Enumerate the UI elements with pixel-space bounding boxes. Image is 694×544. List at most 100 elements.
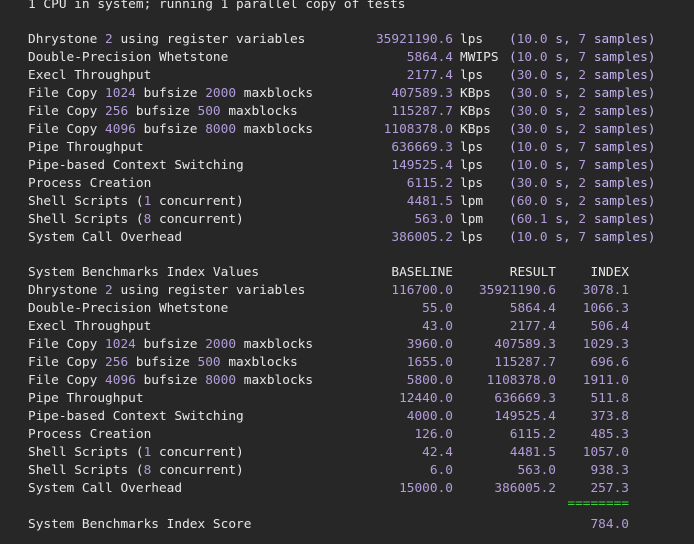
result-unit: MWIPS bbox=[460, 50, 499, 65]
result-time: (60.1 s, 2 samples) bbox=[509, 212, 656, 227]
label-number: 2000 bbox=[205, 337, 237, 352]
benchmark-label: Shell Scripts (8 concurrent) bbox=[28, 462, 244, 480]
result-time-value: 60.1 bbox=[516, 212, 548, 227]
label-number: 500 bbox=[197, 104, 221, 119]
result-header: RESULT bbox=[509, 265, 556, 280]
separator-row: ======== bbox=[0, 497, 694, 510]
samples-label: samples) bbox=[593, 212, 656, 227]
header-line: 1 CPU in system; running 1 parallel copy… bbox=[0, 0, 406, 14]
index-row: Pipe Throughput 12440.0 636669.3 511.8 bbox=[0, 390, 694, 408]
result-row: File Copy 1024 bufsize 2000 maxblocks 407… bbox=[0, 85, 694, 103]
label-number: 1024 bbox=[105, 86, 136, 101]
result-time: (10.0 s, 7 samples) bbox=[509, 50, 656, 65]
label-number: 256 bbox=[105, 104, 129, 119]
benchmark-label: Pipe-based Context Switching bbox=[28, 408, 244, 426]
result-unit: KBps bbox=[460, 104, 491, 119]
label-text: File Copy bbox=[28, 104, 106, 119]
index-value: 1029.3 bbox=[582, 337, 629, 352]
label-text: Pipe-based Context Switching bbox=[28, 409, 244, 424]
seconds-label: s, bbox=[555, 50, 571, 65]
result-value: 407589.3 bbox=[391, 86, 453, 101]
result-time-value: 30.0 bbox=[516, 104, 548, 119]
seconds-label: s, bbox=[555, 158, 571, 173]
label-text: System Call Overhead bbox=[28, 481, 183, 496]
label-text: bufsize bbox=[135, 122, 206, 137]
result-row: File Copy 256 bufsize 500 maxblocks 11528… bbox=[0, 103, 694, 121]
result-time: (10.0 s, 7 samples) bbox=[509, 140, 656, 155]
benchmark-label: Shell Scripts (1 concurrent) bbox=[28, 193, 244, 211]
result-value: 35921190.6 bbox=[375, 32, 453, 47]
header-line-text: 1 CPU in system; running 1 parallel copy… bbox=[28, 0, 406, 12]
result-unit: lpm bbox=[460, 212, 484, 227]
result-value: 386005.2 bbox=[391, 230, 453, 245]
result-row: Pipe-based Context Switching 149525.4 lps (… bbox=[0, 157, 694, 175]
label-text: Pipe-based Context Switching bbox=[28, 158, 244, 173]
index-header: INDEX bbox=[590, 265, 629, 280]
baseline-value: 6.0 bbox=[429, 463, 453, 478]
seconds-label: s, bbox=[555, 32, 571, 47]
result-value: 2177.4 bbox=[509, 319, 556, 334]
result-time-value: 30.0 bbox=[516, 176, 548, 191]
label-text: maxblocks bbox=[236, 86, 314, 101]
index-row: File Copy 256 bufsize 500 maxblocks 1655.… bbox=[0, 354, 694, 372]
label-text: Dhrystone bbox=[28, 32, 106, 47]
baseline-value: 55.0 bbox=[422, 301, 453, 316]
result-samples-value: 7 bbox=[578, 158, 587, 173]
index-header-row: System Benchmarks Index Values BASELINE RE… bbox=[0, 264, 694, 282]
index-value: 511.8 bbox=[590, 391, 629, 406]
label-text: bufsize bbox=[128, 355, 198, 370]
label-number: 2 bbox=[105, 32, 113, 47]
index-row: File Copy 4096 bufsize 8000 maxblocks 580… bbox=[0, 372, 694, 390]
index-row: Process Creation 126.0 6115.2 485.3 bbox=[0, 426, 694, 444]
result-samples-value: 2 bbox=[578, 212, 587, 227]
result-time-value: 10.0 bbox=[516, 50, 548, 65]
label-text: Pipe Throughput bbox=[28, 391, 144, 406]
seconds-label: s, bbox=[555, 122, 571, 137]
benchmark-label: Execl Throughput bbox=[28, 67, 151, 85]
result-unit: lps bbox=[460, 158, 484, 173]
label-text: File Copy bbox=[28, 373, 106, 388]
result-unit: lpm bbox=[460, 194, 484, 209]
result-value: 563.0 bbox=[517, 463, 556, 478]
result-time: (30.0 s, 2 samples) bbox=[509, 104, 656, 119]
benchmark-label: Execl Throughput bbox=[28, 318, 151, 336]
benchmark-label: Process Creation bbox=[28, 175, 151, 193]
seconds-label: s, bbox=[555, 86, 571, 101]
benchmark-label: Dhrystone 2 using register variables bbox=[28, 31, 305, 49]
baseline-value: 42.4 bbox=[422, 445, 453, 460]
index-values-title: System Benchmarks Index Values bbox=[28, 265, 260, 280]
result-value: 636669.3 bbox=[494, 391, 556, 406]
result-samples-value: 7 bbox=[578, 32, 587, 47]
seconds-label: s, bbox=[555, 176, 571, 191]
result-value: 4481.5 bbox=[406, 194, 453, 209]
result-time-value: 30.0 bbox=[516, 68, 548, 83]
benchmark-label: Process Creation bbox=[28, 426, 151, 444]
samples-label: samples) bbox=[593, 176, 656, 191]
result-time: (10.0 s, 7 samples) bbox=[509, 158, 656, 173]
baseline-value: 5800.0 bbox=[406, 373, 453, 388]
result-unit: KBps bbox=[460, 86, 491, 101]
result-value: 2177.4 bbox=[406, 68, 453, 83]
result-time-value: 10.0 bbox=[516, 230, 548, 245]
label-number: 4096 bbox=[105, 122, 136, 137]
result-samples-value: 7 bbox=[578, 50, 587, 65]
benchmark-label: Shell Scripts (1 concurrent) bbox=[28, 444, 244, 462]
baseline-value: 15000.0 bbox=[399, 481, 453, 496]
result-row: Process Creation 6115.2 lps (30.0 s, 2 samp… bbox=[0, 175, 694, 193]
index-score-label: System Benchmarks Index Score bbox=[28, 517, 252, 532]
result-time-value: 10.0 bbox=[516, 32, 548, 47]
result-value: 5864.4 bbox=[509, 301, 556, 316]
result-time: (30.0 s, 2 samples) bbox=[509, 122, 656, 137]
benchmark-label: Double-Precision Whetstone bbox=[28, 49, 228, 67]
label-number: 2 bbox=[105, 283, 113, 298]
index-row: Execl Throughput 43.0 2177.4 506.4 bbox=[0, 318, 694, 336]
label-text: File Copy bbox=[28, 337, 106, 352]
samples-label: samples) bbox=[593, 122, 656, 137]
benchmark-label: Dhrystone 2 using register variables bbox=[28, 282, 305, 300]
label-text: maxblocks bbox=[236, 337, 314, 352]
index-value: 373.8 bbox=[590, 409, 629, 424]
result-time: (30.0 s, 2 samples) bbox=[509, 86, 656, 101]
result-row: Pipe Throughput 636669.3 lps (10.0 s, 7 sam… bbox=[0, 139, 694, 157]
index-row: Dhrystone 2 using register variables 1167… bbox=[0, 282, 694, 300]
benchmark-label: File Copy 4096 bufsize 8000 maxblocks bbox=[28, 372, 313, 390]
